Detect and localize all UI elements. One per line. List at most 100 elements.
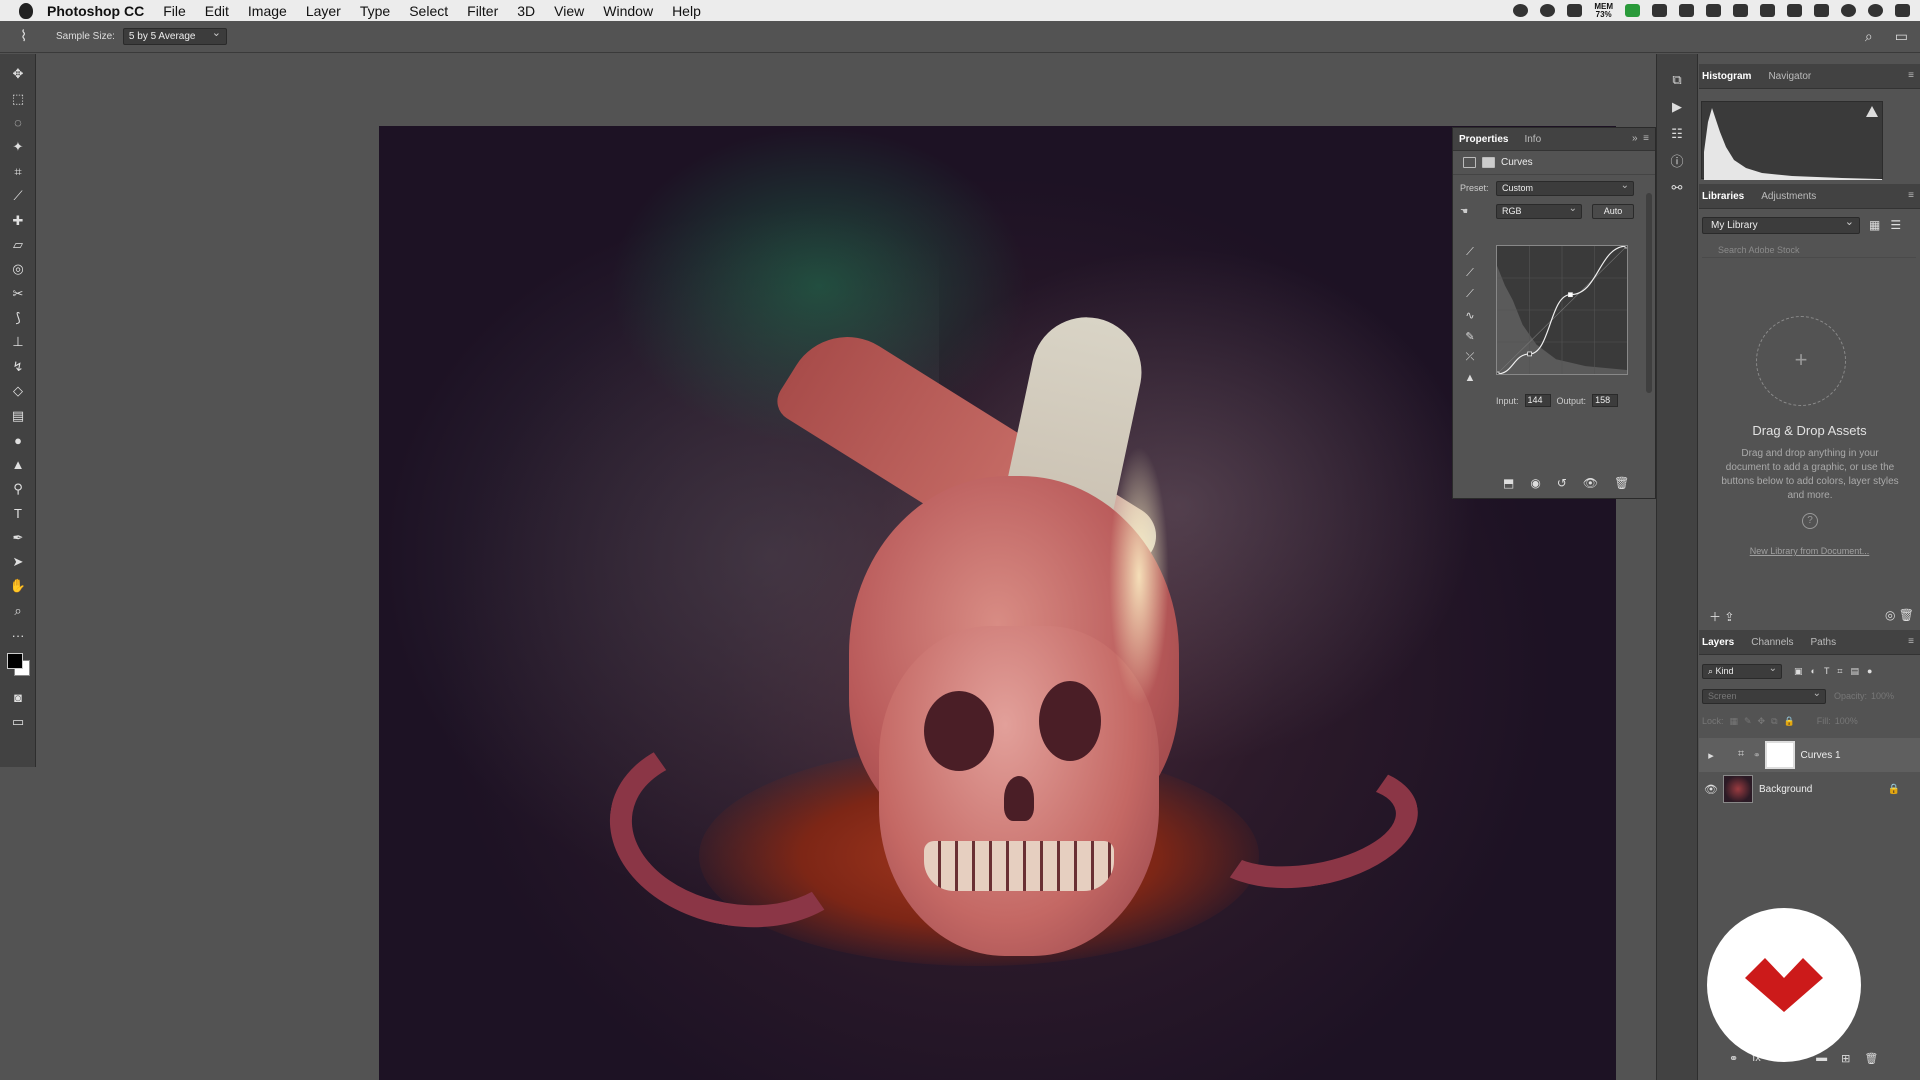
tab-channels[interactable]: Channels — [1751, 637, 1793, 648]
layers-menu-icon[interactable]: ≡ — [1908, 636, 1914, 647]
properties-icon[interactable]: ☷ — [1657, 120, 1697, 147]
color-swatches[interactable] — [0, 647, 36, 685]
menu-filter[interactable]: Filter — [467, 3, 498, 19]
app-status-icon[interactable] — [1625, 4, 1640, 17]
zoom-icon[interactable]: ⌕ — [0, 599, 36, 623]
library-select[interactable]: My Library — [1702, 215, 1860, 234]
menu-edit[interactable]: Edit — [205, 3, 229, 19]
notification-center-icon[interactable] — [1895, 4, 1910, 17]
info-icon[interactable]: ⓘ — [1657, 147, 1697, 174]
creative-cloud-icon[interactable] — [1540, 4, 1556, 17]
blur-icon[interactable]: ● — [0, 428, 36, 452]
input-field[interactable]: 144 — [1524, 394, 1551, 407]
menu-window[interactable]: Window — [603, 3, 653, 19]
actions-icon[interactable]: ▶ — [1657, 93, 1697, 120]
menu-3d[interactable]: 3D — [517, 3, 535, 19]
delete-adjustment-icon[interactable]: 🗑 — [1614, 476, 1629, 490]
link-layers-icon[interactable]: ⚭ — [1729, 1052, 1738, 1065]
siri-icon[interactable] — [1868, 4, 1883, 17]
panel-menu-icon[interactable]: » ≡ — [1632, 133, 1649, 144]
curves-adjustment-icon[interactable] — [1463, 157, 1476, 168]
eraser-icon[interactable]: ◇ — [0, 379, 36, 403]
clip-to-layer-icon[interactable]: ⬒ — [1503, 476, 1514, 490]
pencil-icon[interactable]: ✎ — [1461, 330, 1479, 351]
airplay-icon[interactable] — [1760, 4, 1775, 17]
layer-mask-icon[interactable] — [1482, 157, 1495, 168]
sample-size-select[interactable]: 5 by 5 Average — [122, 26, 227, 45]
cache-warning-icon[interactable] — [1866, 106, 1878, 117]
histogram-menu-icon[interactable]: ≡ — [1908, 70, 1914, 81]
dodge-icon[interactable]: ⚲ — [0, 477, 36, 501]
black-point-eyedropper-icon[interactable]: ⟋ — [1461, 246, 1479, 267]
add-content-icon[interactable]: ＋ ⇪ — [1709, 608, 1734, 625]
app-name-menu[interactable]: Photoshop CC — [47, 3, 144, 19]
menu-help[interactable]: Help — [672, 3, 701, 19]
history-brush-icon[interactable]: ↯ — [0, 355, 36, 379]
magic-wand-icon[interactable]: ✦ — [0, 135, 36, 159]
menu-image[interactable]: Image — [248, 3, 287, 19]
quick-mask-icon[interactable]: ◙ — [0, 685, 36, 709]
gray-point-eyedropper-icon[interactable]: ⟋ — [1461, 267, 1479, 288]
link-icon[interactable]: ⚭ — [1753, 750, 1761, 761]
layer-name[interactable]: Background — [1759, 784, 1812, 795]
healing-brush-icon[interactable]: ✚ — [0, 208, 36, 232]
new-library-link[interactable]: New Library from Document... — [1699, 546, 1920, 556]
curves-graph[interactable] — [1496, 245, 1628, 375]
visibility-eye-icon[interactable]: 👁 — [1699, 783, 1723, 796]
libraries-menu-icon[interactable]: ≡ — [1908, 190, 1914, 201]
menu-file[interactable]: File — [163, 3, 186, 19]
tab-navigator[interactable]: Navigator — [1768, 71, 1811, 82]
menu-select[interactable]: Select — [409, 3, 448, 19]
crop-icon[interactable]: ⌗ — [0, 160, 36, 184]
help-icon[interactable]: ? — [1802, 513, 1818, 529]
layer-thumbnail[interactable] — [1723, 775, 1753, 803]
new-layer-icon[interactable]: ⊞ — [1841, 1052, 1850, 1065]
smooth-icon[interactable]: ⤫ — [1461, 351, 1479, 372]
brush-settings-icon[interactable]: ⚯ — [1657, 174, 1697, 201]
list-view-icon[interactable]: ☰ — [1890, 218, 1901, 232]
workspace-icon[interactable]: ▭ — [1895, 28, 1908, 45]
visibility-eye-icon[interactable]: ▸ — [1699, 749, 1723, 762]
canvas-area[interactable] — [37, 54, 1656, 1080]
curve-points-icon[interactable]: ∿ — [1461, 309, 1479, 330]
opacity-value[interactable]: 100% — [1871, 691, 1894, 701]
tab-paths[interactable]: Paths — [1811, 637, 1837, 648]
path-selection-icon[interactable]: ➤ — [0, 550, 36, 574]
layer-filter-select[interactable]: ⌕ Kind — [1702, 662, 1782, 679]
layer-row-curves[interactable]: ▸ ⌗ ⚭ Curves 1 — [1699, 738, 1920, 772]
drive-icon[interactable] — [1567, 4, 1583, 17]
grid-view-icon[interactable]: ▦ — [1869, 218, 1880, 232]
search-icon[interactable]: ⌕ — [1865, 28, 1873, 45]
delete-layer-icon[interactable]: 🗑 — [1864, 1052, 1878, 1065]
lasso-icon[interactable]: ◌ — [0, 111, 36, 135]
blend-mode-select[interactable]: Screen — [1702, 687, 1826, 704]
marquee-icon[interactable]: ⬚ — [0, 86, 36, 110]
type-icon[interactable]: T — [0, 501, 36, 525]
tab-properties[interactable]: Properties — [1459, 134, 1508, 145]
lock-icon[interactable] — [1679, 4, 1694, 17]
clone-stamp-icon[interactable]: ⊥ — [0, 330, 36, 354]
memory-indicator[interactable]: MEM 73% — [1594, 2, 1613, 19]
white-point-eyedropper-icon[interactable]: ⟋ — [1461, 288, 1479, 309]
curve-point[interactable] — [1568, 292, 1573, 298]
apple-icon[interactable] — [19, 2, 33, 19]
curve-point[interactable] — [1624, 245, 1628, 249]
wifi-icon[interactable] — [1733, 4, 1748, 17]
dropbox-icon[interactable] — [1652, 4, 1667, 17]
layer-lock-icon[interactable]: 🔒 — [1888, 784, 1900, 795]
view-previous-icon[interactable]: ◉ — [1530, 476, 1540, 490]
curve-point[interactable] — [1527, 351, 1532, 357]
menu-view[interactable]: View — [554, 3, 584, 19]
sharpen-icon[interactable]: ▲ — [0, 452, 36, 476]
properties-scrollbar[interactable] — [1646, 193, 1652, 393]
lock-icons[interactable]: ▦✎✥⧉🔒 — [1730, 716, 1801, 727]
bluetooth-icon[interactable] — [1706, 4, 1721, 17]
gradient-icon[interactable]: ▤ — [0, 403, 36, 427]
layer-mask-thumbnail[interactable] — [1764, 741, 1795, 769]
history-icon[interactable]: ⧉ — [1657, 66, 1697, 93]
menu-layer[interactable]: Layer — [306, 3, 341, 19]
foreground-color-swatch[interactable] — [7, 653, 23, 670]
content-aware-move-icon[interactable]: ◎ — [0, 257, 36, 281]
pen-icon[interactable]: ✒ — [0, 525, 36, 549]
tab-libraries[interactable]: Libraries — [1702, 191, 1744, 202]
